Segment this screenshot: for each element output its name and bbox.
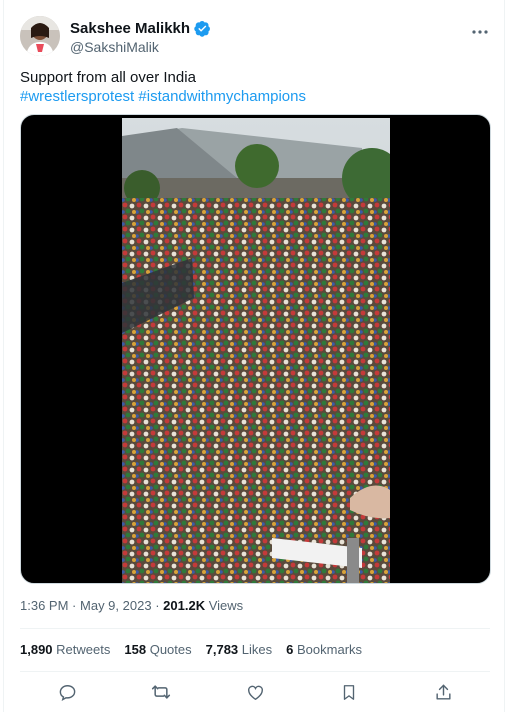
stat-retweets[interactable]: 1,890 Retweets [20,642,110,657]
stat-number: 7,783 [205,642,239,657]
tweet-stats: 1,890 Retweets 158 Quotes 7,783 Likes 6 … [20,642,362,657]
bookmark-icon[interactable] [337,680,361,704]
stat-number: 6 [286,642,294,657]
tweet-meta: 1:36 PM · May 9, 2023 · 201.2K Views [20,598,243,613]
retweet-icon[interactable] [149,680,173,704]
stat-label: Quotes [149,642,192,657]
tweet-card: Sakshee Malikkh @SakshiMalik Support fro… [3,0,505,712]
stat-likes[interactable]: 7,783 Likes [206,642,273,657]
action-bar [20,680,490,704]
author-names: Sakshee Malikkh @SakshiMalik [70,18,211,55]
tweet-time[interactable]: 1:36 PM [20,598,68,613]
hashtag-link[interactable]: #istandwithmychampions [138,88,306,105]
stat-label: Retweets [56,642,111,657]
like-icon[interactable] [243,680,267,704]
tweet-header: Sakshee Malikkh @SakshiMalik [20,14,492,58]
divider [20,671,490,672]
stat-quotes[interactable]: 158 Quotes [124,642,191,657]
tweet-body: Support from all over India [20,69,196,86]
display-name[interactable]: Sakshee Malikkh [70,20,190,37]
stat-label: Bookmarks [297,642,363,657]
stat-number: 1,890 [20,642,53,657]
hashtags: #wrestlersprotest #istandwithmychampions [20,87,490,106]
meta-separator: · [72,598,77,613]
hashtag-link[interactable]: #wrestlersprotest [20,88,134,105]
views-label: Views [208,598,244,613]
stat-bookmarks[interactable]: 6 Bookmarks [286,642,362,657]
reply-icon[interactable] [55,680,79,704]
tweet-date[interactable]: May 9, 2023 [80,598,152,613]
more-options-icon[interactable] [468,22,492,42]
meta-separator: · [155,598,160,613]
views-count: 201.2K [163,598,206,613]
avatar-image [20,16,60,56]
share-icon[interactable] [431,680,455,704]
divider [20,628,490,629]
stat-label: Likes [241,642,273,657]
video-player[interactable] [20,114,491,584]
tweet-text: Support from all over India #wrestlerspr… [20,68,490,106]
verified-badge-icon [194,20,211,37]
user-handle[interactable]: @SakshiMalik [70,39,211,55]
avatar[interactable] [20,16,60,56]
stat-number: 158 [124,642,147,657]
display-name-row: Sakshee Malikkh [70,18,211,38]
video-thumbnail [122,118,390,583]
